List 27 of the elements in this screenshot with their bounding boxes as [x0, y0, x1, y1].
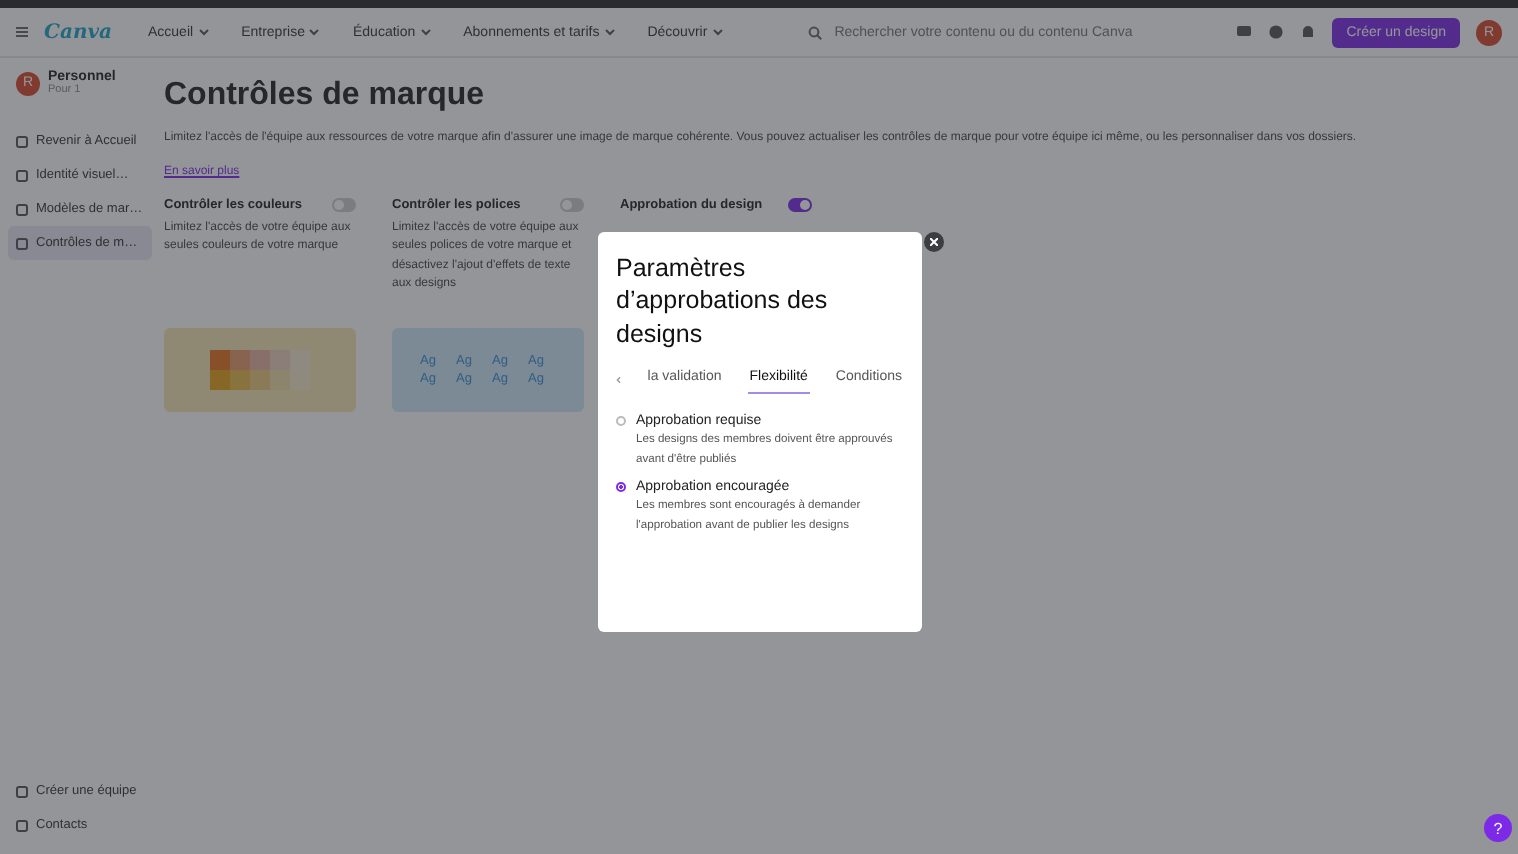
color-swatches-drawing [210, 350, 310, 390]
caret-icon [419, 28, 432, 36]
dialog-title: Paramètres d’approbations des designs [616, 252, 830, 350]
caret-icon [308, 28, 321, 36]
nav-item-icon [16, 819, 28, 831]
chevron-left-icon[interactable] [616, 373, 622, 386]
bell-icon[interactable] [1300, 24, 1317, 40]
page-title: Contrôles de marque [164, 78, 487, 114]
close-icon [930, 238, 938, 246]
caret-icon [603, 28, 616, 36]
radio-button[interactable] [616, 482, 626, 493]
monitor-icon[interactable] [1236, 24, 1253, 40]
toggle-switch[interactable] [560, 198, 584, 212]
toggle-switch[interactable] [788, 198, 812, 212]
nav-item-icon [16, 135, 28, 147]
menu-icon[interactable] [16, 26, 28, 38]
nav-item-icon [16, 169, 28, 181]
search-icon [808, 25, 823, 39]
close-button[interactable] [924, 232, 944, 252]
radio-button[interactable] [616, 415, 626, 426]
help-button[interactable]: ? [1484, 814, 1512, 842]
caret-icon [197, 28, 210, 36]
toggle-switch[interactable] [332, 198, 356, 212]
nav-item-icon [16, 203, 28, 215]
nav-item-icon [16, 785, 28, 797]
nav-item-icon [16, 237, 28, 249]
caret-icon [711, 28, 724, 36]
